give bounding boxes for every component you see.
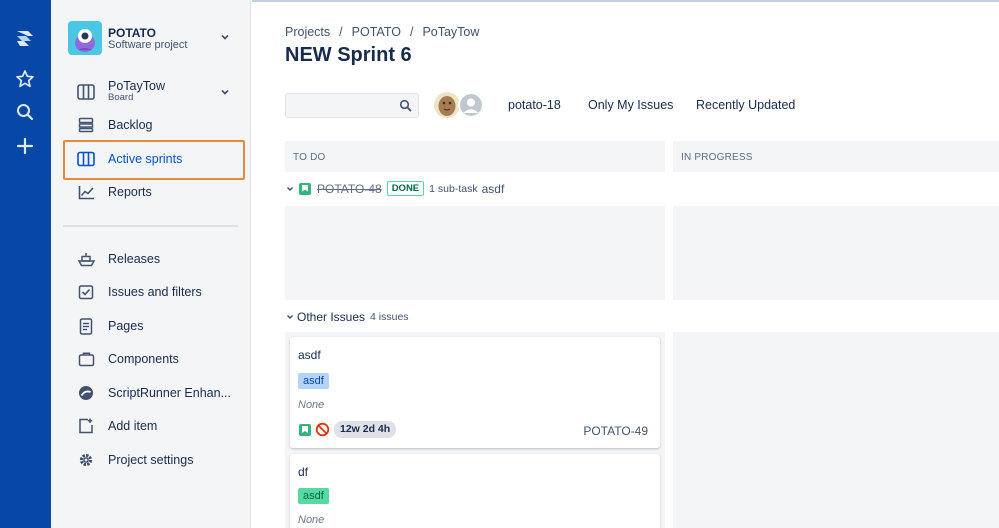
status-badge: DONE — [386, 181, 425, 196]
sidebar-item-label: Components — [108, 352, 179, 366]
card-assignee: None — [298, 399, 325, 411]
sidebar-item-label: Reports — [108, 185, 152, 199]
card-label: asdf — [298, 373, 329, 389]
sidebar-item-components[interactable]: Components — [66, 344, 241, 374]
story-icon — [299, 424, 311, 436]
sidebar-item-releases[interactable]: Releases — [66, 244, 241, 274]
project-sidebar: POTATO Software project PoTayTow Board B… — [51, 0, 251, 528]
avatar-default[interactable] — [458, 92, 484, 118]
sidebar-item-label: Add item — [108, 419, 158, 433]
jira-logo-icon[interactable] — [14, 27, 36, 49]
parent-summary: asdf — [481, 181, 505, 196]
breadcrumb-project[interactable]: POTATO — [352, 25, 401, 39]
project-avatar — [68, 21, 102, 55]
board-icon — [76, 82, 96, 102]
sidebar-item-label: Releases — [108, 252, 161, 266]
project-header[interactable]: POTATO Software project — [68, 21, 238, 57]
sidebar-item-project-settings[interactable]: Project settings — [66, 445, 241, 475]
avatar-potato[interactable] — [434, 92, 460, 118]
card-assignee: None — [298, 514, 325, 526]
sidebar-item-label: Pages — [108, 319, 144, 333]
sidebar-item-scriptrunner[interactable]: ScriptRunner Enhan... — [66, 378, 241, 408]
column-header-todo: TO DO — [285, 141, 665, 172]
scriptrunner-icon — [76, 383, 96, 403]
inprogress-lane-other — [673, 332, 999, 528]
sidebar-item-reports[interactable]: Reports — [66, 177, 241, 207]
ship-icon — [76, 249, 96, 269]
card-summary: df — [298, 465, 309, 479]
page-icon — [76, 316, 96, 336]
sidebar-item-add-item[interactable]: Add item — [66, 411, 241, 441]
chart-line-icon — [76, 182, 96, 202]
subtask-count: 1 sub-task — [429, 182, 478, 195]
sidebar-item-label: Project settings — [108, 453, 194, 467]
issue-count: 4 issues — [370, 310, 409, 323]
component-icon — [76, 349, 96, 369]
breadcrumb-projects[interactable]: Projects — [285, 25, 330, 39]
create-plus-icon[interactable] — [14, 135, 36, 157]
breadcrumb-separator: / — [409, 25, 414, 39]
search-icon — [399, 99, 412, 117]
issues-icon — [76, 282, 96, 302]
sidebar-item-label: Backlog — [108, 118, 153, 132]
search-icon[interactable] — [14, 101, 36, 123]
project-type: Software project — [108, 39, 188, 51]
quick-filter-only-my-issues[interactable]: Only My Issues — [588, 98, 673, 112]
active-sprints-highlight — [63, 140, 245, 180]
issue-card[interactable]: asdf asdf None 12w 2d 4h POTATO-49 — [290, 337, 660, 448]
card-label: asdf — [298, 488, 329, 504]
breadcrumb-board[interactable]: PoTayTow — [422, 25, 479, 39]
breadcrumb: Projects / POTATO / PoTayTow — [285, 25, 479, 39]
add-item-icon — [76, 416, 96, 436]
breadcrumb-separator: / — [339, 25, 343, 39]
sidebar-item-backlog[interactable]: Backlog — [66, 110, 241, 140]
board-selector[interactable]: PoTayTow Board — [66, 77, 241, 107]
todo-lane-parent — [285, 206, 665, 300]
sidebar-divider — [63, 225, 238, 227]
chevron-down-icon[interactable] — [220, 32, 230, 45]
page-title: NEW Sprint 6 — [285, 44, 412, 66]
story-icon — [299, 182, 311, 195]
board-sub: Board — [108, 92, 134, 103]
board-search-input[interactable] — [285, 93, 419, 118]
swimlane-header-parent[interactable]: POTATO-48 DONE 1 sub-task asdf — [286, 180, 504, 197]
column-header-in-progress: IN PROGRESS — [673, 141, 999, 172]
global-navigation — [0, 0, 51, 528]
issue-card[interactable]: df asdf None — [290, 454, 660, 528]
quick-filter-potato-18[interactable]: potato-18 — [508, 98, 561, 112]
board-main: Projects / POTATO / PoTayTow NEW Sprint … — [252, 0, 999, 528]
board-name: PoTayTow — [108, 79, 165, 93]
project-name: POTATO — [108, 26, 156, 40]
swimlane-header-other[interactable]: Other Issues 4 issues — [286, 308, 409, 325]
sidebar-item-label: ScriptRunner Enhan... — [108, 386, 231, 400]
chevron-down-icon[interactable] — [220, 87, 230, 100]
estimate-badge: 12w 2d 4h — [334, 421, 397, 438]
blocked-icon — [315, 422, 330, 442]
gear-icon — [76, 450, 96, 470]
top-border — [252, 0, 999, 2]
sidebar-item-issues-and-filters[interactable]: Issues and filters — [66, 277, 241, 307]
inprogress-lane-parent — [673, 206, 999, 300]
sidebar-item-pages[interactable]: Pages — [66, 311, 241, 341]
chevron-down-icon[interactable] — [286, 182, 294, 196]
sidebar-item-label: Issues and filters — [108, 285, 202, 299]
chevron-down-icon[interactable] — [286, 310, 294, 324]
card-issue-key[interactable]: POTATO-49 — [583, 424, 648, 438]
backlog-icon — [76, 115, 96, 135]
swimlane-label: Other Issues — [297, 309, 366, 324]
parent-issue-key[interactable]: POTATO-48 — [317, 182, 382, 196]
star-icon[interactable] — [14, 68, 36, 90]
card-summary: asdf — [298, 348, 321, 362]
quick-filter-recently-updated[interactable]: Recently Updated — [696, 98, 795, 112]
